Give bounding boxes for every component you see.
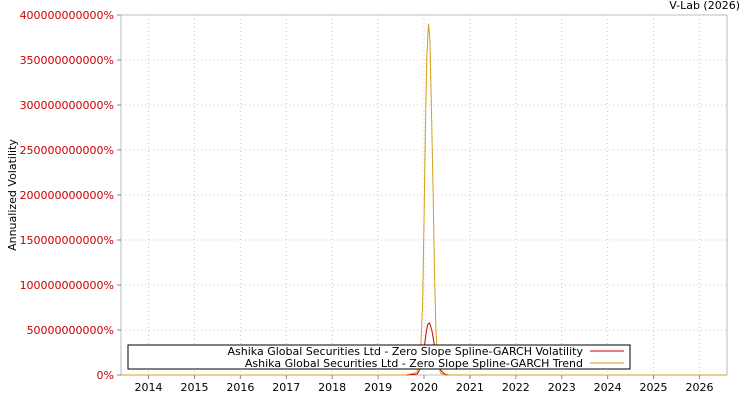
y-axis-ticks: 0% 50000000000% 100000000000% 150000000000%… (20, 9, 121, 382)
credit-text: V-Lab (2026) (669, 0, 740, 12)
y-tick-label: 300000000000% (20, 99, 114, 112)
y-axis-label: Annualized Volatility (6, 139, 19, 251)
x-tick-label: 2018 (318, 381, 346, 394)
x-tick-label: 2016 (226, 381, 254, 394)
y-tick-label: 400000000000% (20, 9, 114, 22)
y-tick-label: 250000000000% (20, 144, 114, 157)
x-tick-label: 2021 (456, 381, 484, 394)
x-tick-label: 2019 (364, 381, 392, 394)
x-tick-label: 2023 (548, 381, 576, 394)
y-tick-label: 50000000000% (27, 324, 114, 337)
x-tick-label: 2017 (272, 381, 300, 394)
legend: Ashika Global Securities Ltd - Zero Slop… (127, 344, 631, 370)
x-tick-label: 2022 (502, 381, 530, 394)
y-tick-label: 200000000000% (20, 189, 114, 202)
volatility-chart: 0% 50000000000% 100000000000% 150000000000%… (6, 0, 740, 394)
y-tick-label: 100000000000% (20, 279, 114, 292)
y-tick-label: 350000000000% (20, 54, 114, 67)
x-tick-label: 2020 (410, 381, 438, 394)
x-tick-label: 2026 (685, 381, 713, 394)
legend-label-trend: Ashika Global Securities Ltd - Zero Slop… (245, 357, 583, 370)
x-axis-ticks: 2014 2015 2016 2017 2018 2019 2020 2021 2022 2023… (135, 375, 713, 394)
y-tick-label: 0% (97, 369, 114, 382)
x-tick-label: 2015 (180, 381, 208, 394)
x-tick-label: 2014 (135, 381, 163, 394)
x-tick-label: 2024 (594, 381, 622, 394)
x-tick-label: 2025 (640, 381, 668, 394)
y-tick-label: 150000000000% (20, 234, 114, 247)
